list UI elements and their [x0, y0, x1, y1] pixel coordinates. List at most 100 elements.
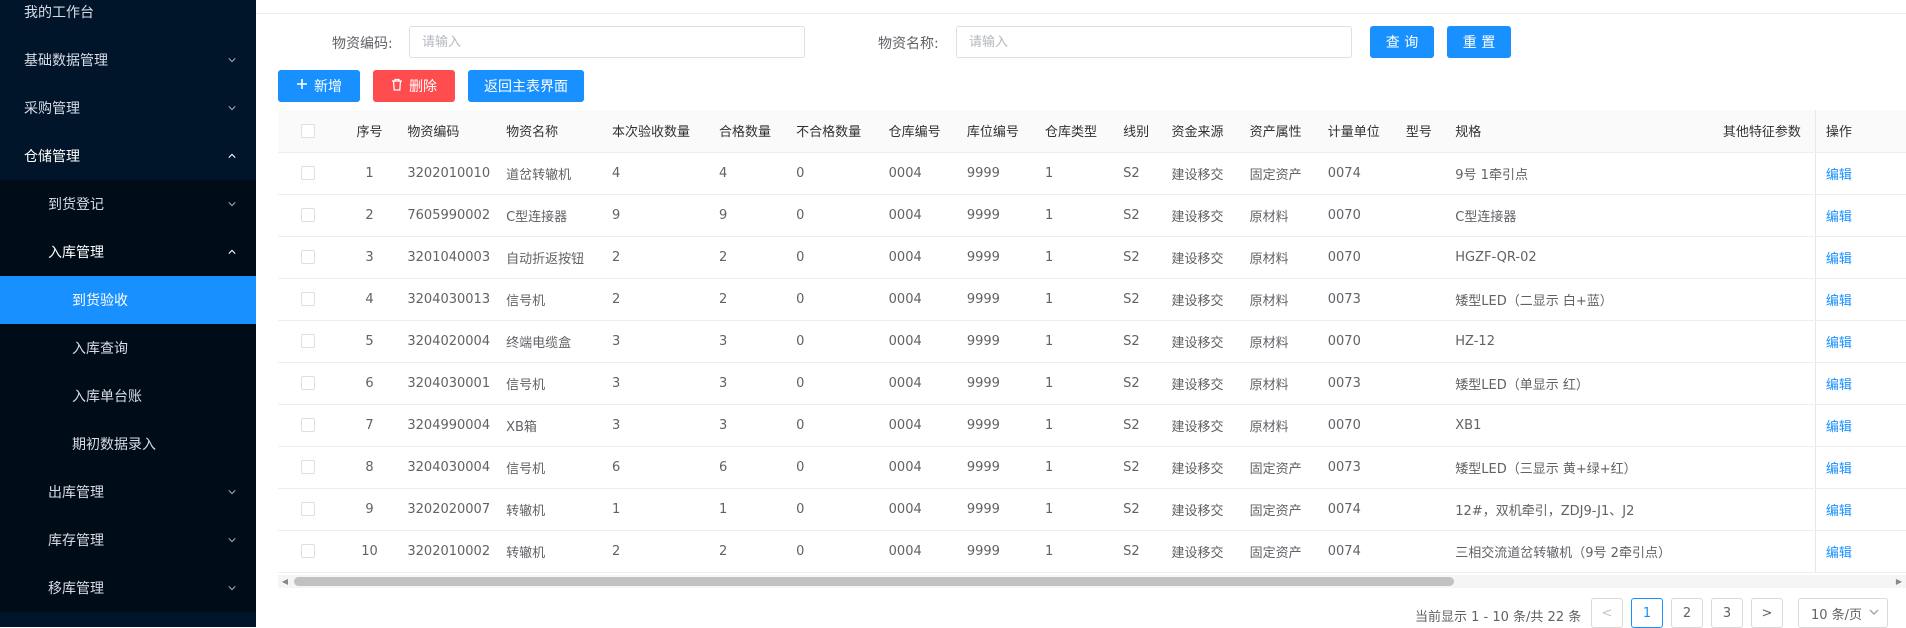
row-checkbox[interactable] — [278, 278, 338, 321]
table-cell: 9999 — [960, 236, 1039, 279]
edit-link[interactable]: 编辑 — [1826, 336, 1852, 351]
row-checkbox[interactable] — [278, 194, 338, 237]
table-cell: C型连接器 — [1449, 194, 1707, 237]
table-cell: 0 — [790, 530, 883, 573]
table-cell: 自动折返按钮 — [500, 236, 607, 279]
table-cell: 建设移交 — [1165, 320, 1244, 363]
column-header: 规格 — [1449, 110, 1707, 153]
sidebar-item-arrival-register[interactable]: 到货登记 — [0, 180, 256, 228]
table-cell — [1399, 404, 1450, 447]
sidebar-item-label: 仓储管理 — [24, 149, 80, 165]
scroll-right-icon[interactable]: ▶ — [1892, 575, 1906, 588]
sidebar-item-label: 基础数据管理 — [24, 53, 108, 69]
table-cell — [1399, 194, 1450, 237]
row-checkbox[interactable] — [278, 488, 338, 531]
material-code-input[interactable] — [409, 26, 805, 58]
sidebar-item-workbench[interactable]: 我的工作台 — [0, 0, 256, 36]
edit-link[interactable]: 编辑 — [1826, 378, 1852, 393]
row-checkbox[interactable] — [278, 236, 338, 279]
table-cell: 原材料 — [1243, 362, 1322, 405]
table-cell: 6 — [337, 362, 402, 405]
sidebar-item-inbound[interactable]: 入库管理 — [0, 228, 256, 276]
page-button-3[interactable]: 3 — [1711, 598, 1743, 628]
row-checkbox[interactable] — [278, 404, 338, 447]
table-cell: 10 — [337, 530, 402, 573]
edit-link[interactable]: 编辑 — [1826, 252, 1852, 267]
next-page-button[interactable]: > — [1751, 598, 1783, 628]
edit-link[interactable]: 编辑 — [1826, 462, 1852, 477]
table-cell: 2 — [712, 278, 791, 321]
row-checkbox[interactable] — [278, 446, 338, 489]
back-to-main-button[interactable]: 返回主表界面 — [468, 70, 584, 102]
table-cell-action: 编辑 — [1814, 404, 1906, 447]
column-header: 资产属性 — [1243, 110, 1322, 153]
scrollbar-thumb[interactable] — [294, 577, 1454, 586]
material-name-input[interactable] — [956, 26, 1352, 58]
sidebar-item-label: 采购管理 — [24, 101, 80, 117]
column-header: 操作 — [1814, 110, 1906, 153]
page-number: 2 — [1682, 605, 1692, 621]
sidebar-item-basic-data[interactable]: 基础数据管理 — [0, 36, 256, 84]
horizontal-scrollbar[interactable]: ◀ ▶ — [278, 575, 1906, 588]
sidebar-item-transfer[interactable]: 移库管理 — [0, 564, 256, 612]
add-button[interactable]: 新增 — [278, 70, 360, 102]
table-cell: 9999 — [960, 194, 1039, 237]
row-checkbox[interactable] — [278, 530, 338, 573]
table-cell: 信号机 — [500, 446, 607, 489]
row-checkbox[interactable] — [278, 320, 338, 363]
table-cell: 0 — [790, 236, 883, 279]
sidebar-item-inventory[interactable]: 库存管理 — [0, 516, 256, 564]
sidebar-item-label: 移库管理 — [48, 581, 104, 597]
table-cell: 3 — [712, 320, 791, 363]
table-cell: 3201040003 — [401, 236, 501, 279]
table-cell: 3202020007 — [401, 488, 501, 531]
page-number: 3 — [1722, 605, 1732, 621]
row-checkbox[interactable] — [278, 362, 338, 405]
table-row: 8 3204030004 信号机 6 6 0 0004 9999 1 S2 建设移交 固定资产 0073… — [278, 446, 1906, 489]
reset-button[interactable]: 重 置 — [1447, 26, 1511, 58]
edit-link[interactable]: 编辑 — [1826, 294, 1852, 309]
table-cell: 1 — [1038, 236, 1118, 279]
edit-link[interactable]: 编辑 — [1826, 210, 1852, 225]
sidebar-item-outbound[interactable]: 出库管理 — [0, 468, 256, 516]
scroll-left-icon[interactable]: ◀ — [278, 575, 292, 588]
table-cell: 矮型LED（二显示 白+蓝） — [1449, 278, 1707, 321]
edit-link[interactable]: 编辑 — [1826, 168, 1852, 183]
prev-page-button[interactable]: < — [1591, 598, 1623, 628]
table-cell: 2 — [606, 236, 713, 279]
query-button-label: 查 询 — [1385, 35, 1419, 51]
table-cell: 3 — [712, 362, 791, 405]
table-cell: 0004 — [882, 530, 961, 573]
edit-link[interactable]: 编辑 — [1826, 504, 1852, 519]
table-cell-action: 编辑 — [1814, 194, 1906, 237]
sidebar-item-purchase[interactable]: 采购管理 — [0, 84, 256, 132]
edit-link[interactable]: 编辑 — [1826, 420, 1852, 435]
sidebar-item-inbound-query[interactable]: 入库查询 — [0, 324, 256, 372]
divider — [256, 13, 1906, 14]
table-cell: S2 — [1117, 446, 1166, 489]
table-cell: 建设移交 — [1165, 488, 1244, 531]
query-button[interactable]: 查 询 — [1370, 26, 1434, 58]
table-cell: 3204030013 — [401, 278, 501, 321]
table-cell — [1399, 530, 1450, 573]
table-cell: 1 — [712, 488, 791, 531]
sidebar-item-inbound-ledger[interactable]: 入库单台账 — [0, 372, 256, 420]
page-size-select[interactable]: 10 条/页 — [1798, 598, 1888, 628]
select-all-checkbox[interactable] — [278, 110, 338, 153]
row-checkbox[interactable] — [278, 152, 338, 195]
page-button-1[interactable]: 1 — [1631, 598, 1663, 628]
table-cell: 3 — [712, 404, 791, 447]
table-cell: 3204990004 — [401, 404, 501, 447]
table-cell: S2 — [1117, 236, 1166, 279]
table-cell: 1 — [1038, 278, 1118, 321]
delete-button[interactable]: 删除 — [373, 70, 455, 102]
sidebar-item-initial-data[interactable]: 期初数据录入 — [0, 420, 256, 468]
table-cell: 三相交流道岔转辙机（9号 2牵引点） — [1449, 530, 1707, 573]
edit-link[interactable]: 编辑 — [1826, 546, 1852, 561]
table-cell: 0074 — [1321, 488, 1400, 531]
table-cell: XB1 — [1449, 404, 1707, 447]
sidebar-item-warehouse[interactable]: 仓储管理 — [0, 132, 256, 180]
page-button-2[interactable]: 2 — [1671, 598, 1703, 628]
table-cell: 0 — [790, 488, 883, 531]
sidebar-item-arrival-acceptance[interactable]: 到货验收 — [0, 276, 256, 324]
